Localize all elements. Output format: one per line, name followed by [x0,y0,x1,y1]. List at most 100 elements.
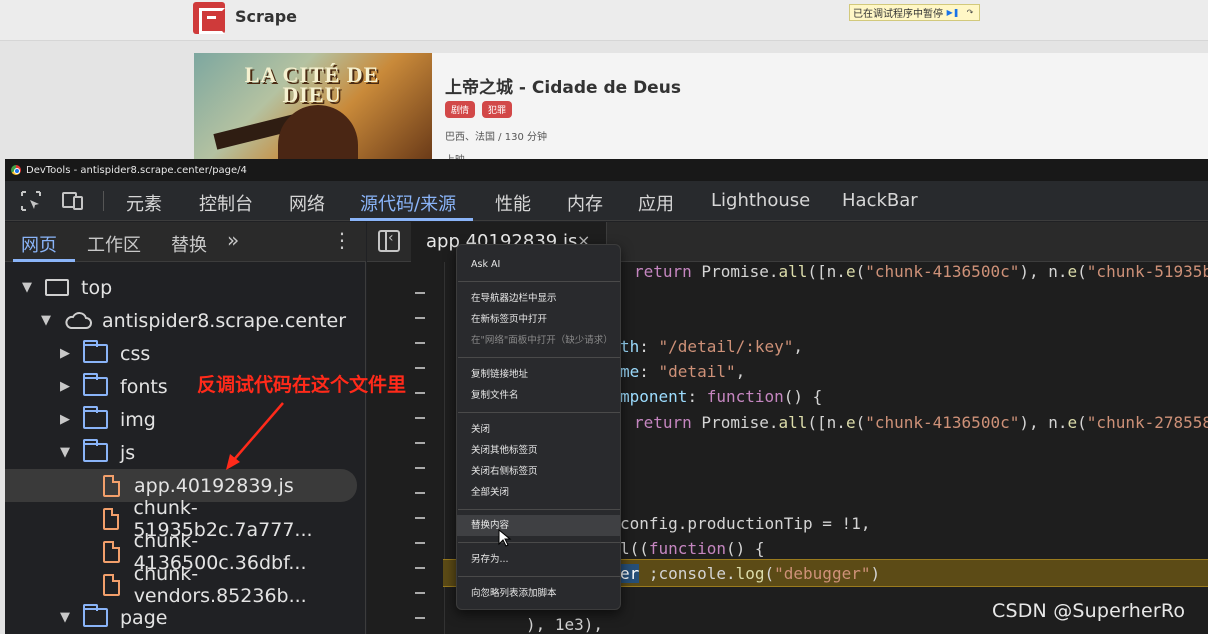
file-icon [103,474,120,497]
code-line[interactable]: config.productionTip = !1, [620,511,870,536]
line-gutter[interactable] [367,262,445,634]
code-token: , [735,362,746,381]
active-navigator-tab-indicator [13,259,75,262]
menu-item-copy-filename[interactable]: 复制文件名 [457,385,620,406]
code-token: me [620,362,640,381]
menu-item-close-all[interactable]: 全部关闭 [457,482,620,503]
code-token: th [620,337,640,356]
tree-item-img[interactable]: ▶ img [57,403,156,436]
device-toolbar-icon[interactable] [61,189,85,213]
genre-tag[interactable]: 犯罪 [482,101,513,118]
menu-item-save-as[interactable]: 另存为... [457,549,620,570]
tree-item-top[interactable]: ▼ top [19,271,112,304]
tab-page[interactable]: 网页 [21,231,57,257]
tree-item-domain[interactable]: ▼ antispider8.scrape.center [38,304,346,337]
code-token: () { [725,539,765,558]
site-title[interactable]: Scrape [235,7,297,26]
tab-elements[interactable]: 元素 [126,190,162,216]
breakpoint-marker[interactable] [415,617,425,619]
frame-icon [45,279,69,296]
menu-item-add-to-ignore-list[interactable]: 向忽略列表添加脚本 [457,583,620,604]
breakpoint-marker[interactable] [415,467,425,469]
movie-card[interactable]: LA CITÉ DE DIEU 上帝之城 - Cidade de Deus 剧情… [194,53,1208,166]
tab-performance[interactable]: 性能 [495,190,531,216]
breakpoint-marker[interactable] [415,417,425,419]
breakpoint-marker[interactable] [415,342,425,344]
tree-item-css[interactable]: ▶ css [57,337,150,370]
expanded-arrow-icon[interactable]: ▼ [19,280,35,295]
menu-item-copy-link[interactable]: 复制链接地址 [457,364,620,385]
code-line[interactable]: return Promise.all([n.e("chunk-4136500c"… [634,259,1208,284]
more-tabs-icon[interactable]: » [227,228,239,252]
breakpoint-marker[interactable] [415,492,425,494]
inspect-element-icon[interactable] [19,189,43,213]
toggle-navigator-icon[interactable] [378,230,400,252]
tab-overrides[interactable]: 替换 [171,231,207,257]
tab-lighthouse[interactable]: Lighthouse [711,190,810,211]
code-line[interactable]: return Promise.all([n.e("chunk-4136500c"… [634,410,1208,435]
site-header: Scrape 已在调试程序中暂停 ▶❚ ↷ [0,0,1208,41]
folder-icon [83,406,108,429]
tab-sources[interactable]: 源代码/来源 [360,190,456,216]
breakpoint-marker[interactable] [415,442,425,444]
code-token: ([n. [807,413,846,432]
genre-tag[interactable]: 剧情 [445,101,476,118]
movie-info: 巴西、法国 / 130 分钟 [445,132,547,143]
breakpoint-marker[interactable] [415,392,425,394]
paused-code-line[interactable]: er ;console.log("debugger") [620,561,880,586]
code-line[interactable]: mponent: function() { [620,384,822,409]
expanded-arrow-icon[interactable]: ▼ [57,610,73,625]
paused-banner-text: 已在调试程序中暂停 [853,9,943,20]
context-menu: Ask AI 在导航器边栏中显示 在新标签页中打开 在"网络"面板中打开（缺少请… [456,244,621,610]
collapsed-arrow-icon[interactable]: ▶ [57,346,73,361]
tab-network[interactable]: 网络 [289,190,325,216]
breakpoint-marker[interactable] [415,592,425,594]
code-line[interactable]: me: "detail", [620,359,745,384]
more-options-icon[interactable]: ⋮ [332,228,352,252]
tab-application[interactable]: 应用 [638,190,674,216]
code-token: ), 1e3), [526,615,604,634]
code-token: : [639,362,659,381]
code-token: return [634,413,692,432]
breakpoint-marker[interactable] [415,367,425,369]
active-tab-indicator [350,218,473,221]
folder-icon [83,340,108,363]
menu-item-close-right[interactable]: 关闭右侧标签页 [457,461,620,482]
code-line[interactable]: l((function() { [620,536,765,561]
menu-item-override-content[interactable]: 替换内容 [457,515,620,536]
expanded-arrow-icon[interactable]: ▼ [38,313,54,328]
menu-separator [458,576,620,577]
tree-item-page[interactable]: ▼ page [57,601,167,634]
menu-item-close-others[interactable]: 关闭其他标签页 [457,440,620,461]
resume-execution-button[interactable]: ▶❚ [946,6,960,19]
menu-separator [458,542,620,543]
tab-workspace[interactable]: 工作区 [87,231,141,257]
tab-memory[interactable]: 内存 [567,190,603,216]
breakpoint-marker[interactable] [415,542,425,544]
movie-poster[interactable]: LA CITÉ DE DIEU [194,53,432,160]
tab-console[interactable]: 控制台 [199,190,253,216]
code-token: "chunk-4136500c" [865,262,1020,281]
expanded-arrow-icon[interactable]: ▼ [57,445,73,460]
menu-item-reveal-in-sidebar[interactable]: 在导航器边栏中显示 [457,288,620,309]
breakpoint-marker[interactable] [415,567,425,569]
collapsed-arrow-icon[interactable]: ▶ [57,412,73,427]
tab-hackbar[interactable]: HackBar [842,190,918,211]
tree-item-chunk-file[interactable]: chunk-vendors.85236b... [103,563,365,607]
breakpoint-marker[interactable] [415,292,425,294]
menu-item-ask-ai[interactable]: Ask AI [457,254,620,275]
menu-item-close[interactable]: 关闭 [457,419,620,440]
code-line[interactable]: ), 1e3), [526,612,603,634]
breakpoint-marker[interactable] [415,517,425,519]
code-line[interactable]: th: "/detail/:key", [620,334,803,359]
step-over-button[interactable]: ↷ [963,6,977,19]
collapsed-arrow-icon[interactable]: ▶ [57,379,73,394]
scrape-logo-icon[interactable] [193,2,225,34]
movie-name[interactable]: 上帝之城 - Cidade de Deus [445,73,681,98]
tree-item-js[interactable]: ▼ js [57,436,135,469]
menu-item-open-in-new-tab[interactable]: 在新标签页中打开 [457,309,620,330]
breakpoint-marker[interactable] [415,317,425,319]
webpage-background: Scrape 已在调试程序中暂停 ▶❚ ↷ LA CITÉ DE DIEU 上帝… [0,0,1208,166]
code-token: "/detail/:key" [658,337,794,356]
tree-item-fonts[interactable]: ▶ fonts [57,370,168,403]
